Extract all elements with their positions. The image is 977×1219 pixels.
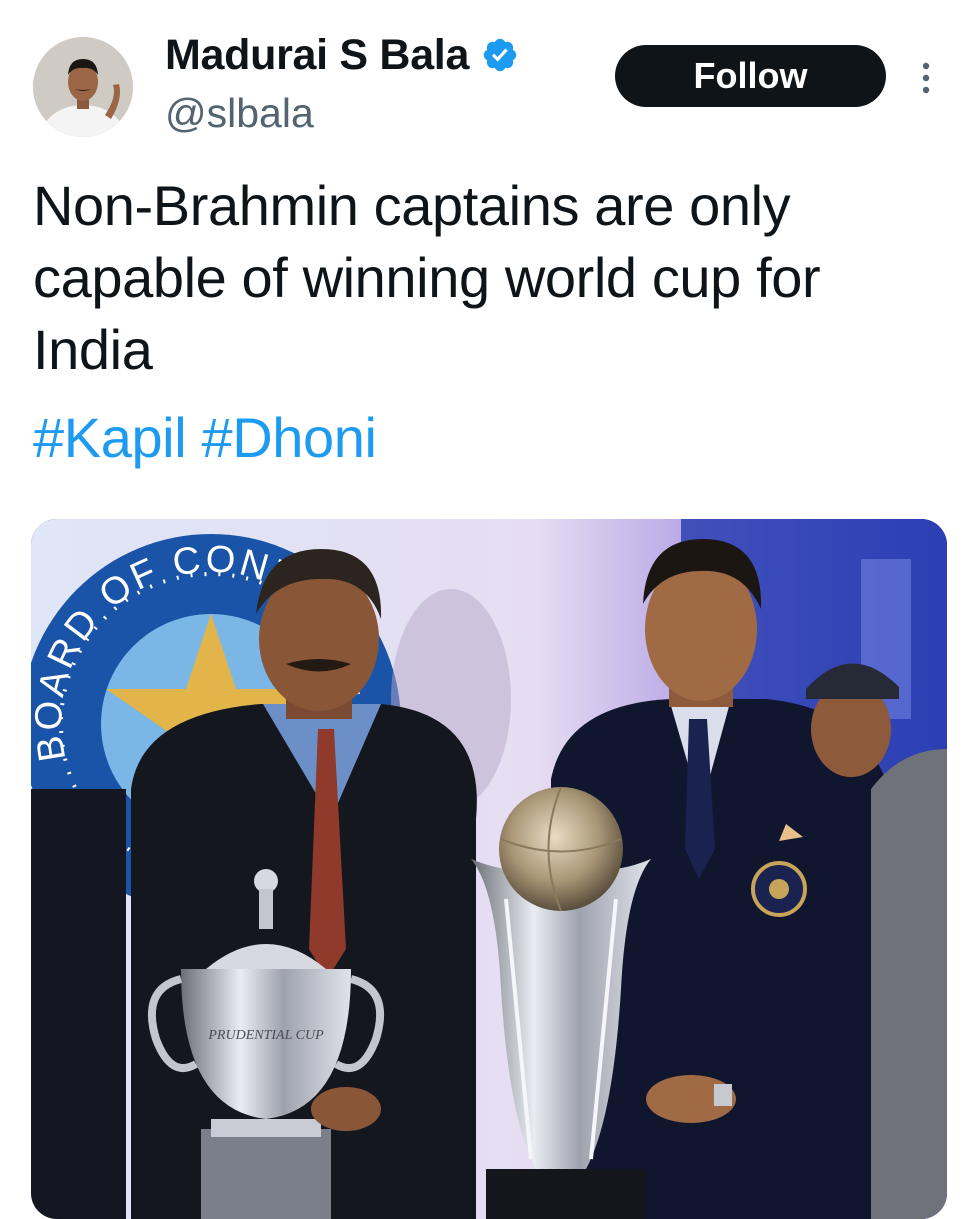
hashtag-row: #Kapil #Dhoni	[33, 402, 377, 474]
author-handle[interactable]: @slbala	[165, 88, 314, 138]
author-display-name[interactable]: Madurai S Bala	[165, 30, 469, 80]
hashtag-dhoni[interactable]: #Dhoni	[201, 406, 376, 469]
tweet-media-image[interactable]: BOARD OF CONTROL FOR	[31, 519, 947, 1219]
trophy-inscription: PRUDENTIAL CUP	[207, 1028, 324, 1043]
avatar[interactable]	[33, 37, 133, 137]
follow-button[interactable]: Follow	[615, 45, 886, 107]
author-name-row: Madurai S Bala	[165, 30, 519, 80]
tweet-text: Non-Brahmin captains are only capable of…	[33, 174, 821, 381]
hashtag-kapil[interactable]: #Kapil	[33, 406, 187, 469]
verified-badge-icon	[481, 36, 519, 74]
more-vertical-icon[interactable]	[912, 58, 940, 98]
